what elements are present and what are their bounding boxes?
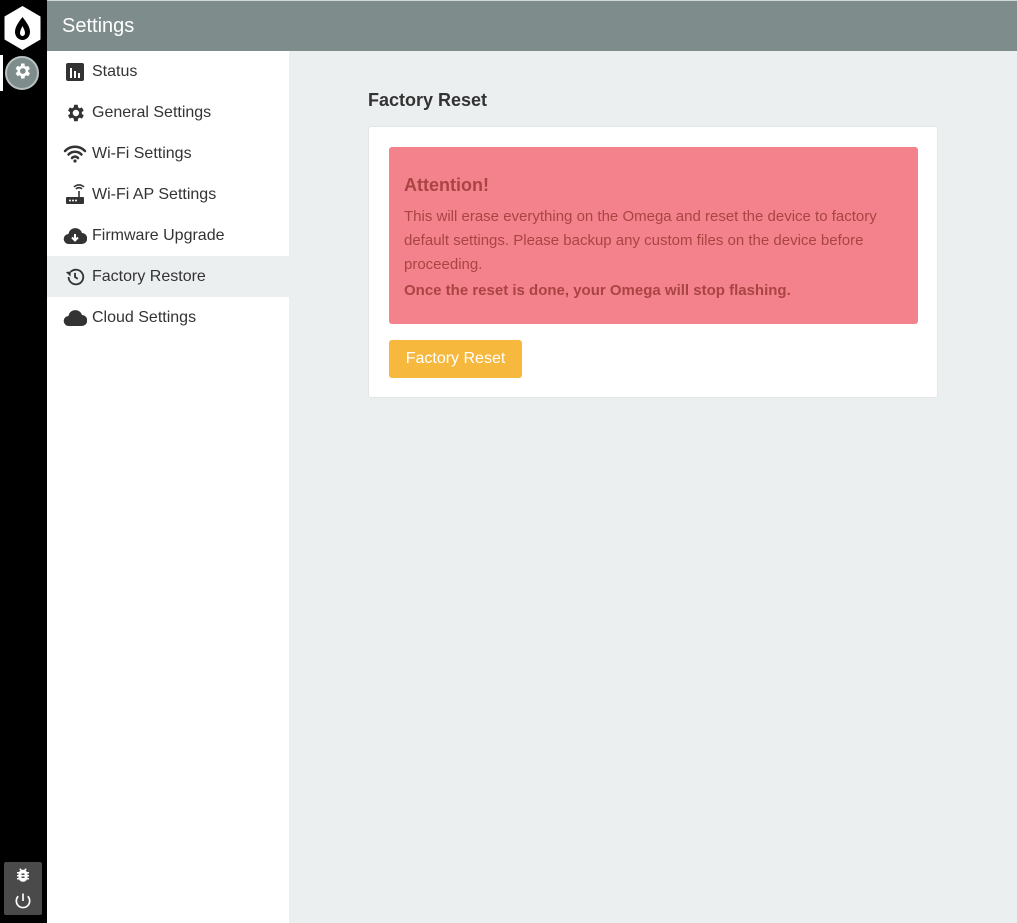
router-icon xyxy=(63,183,87,207)
alert-note: Once the reset is done, your Omega will … xyxy=(404,282,791,299)
sidebar-item-label: Wi-Fi AP Settings xyxy=(92,185,217,203)
bug-icon[interactable] xyxy=(4,862,42,888)
sidebar-item-factory-restore[interactable]: Factory Restore xyxy=(47,256,289,297)
sidebar-item-label: Factory Restore xyxy=(92,267,206,285)
settings-app-button[interactable] xyxy=(5,56,39,90)
sidebar-item-label: General Settings xyxy=(92,103,212,121)
sidebar-item-general-settings[interactable]: General Settings xyxy=(47,92,289,133)
factory-reset-button[interactable]: Factory Reset xyxy=(389,340,522,378)
page-title: Factory Reset xyxy=(368,90,488,110)
warning-alert: Attention! This will erase everything on… xyxy=(389,147,918,324)
app-header: Settings xyxy=(47,0,1017,51)
alert-body: This will erase everything on the Omega … xyxy=(404,208,877,273)
sidebar-item-cloud-settings[interactable]: Cloud Settings xyxy=(47,297,289,338)
rail-bottom-tools xyxy=(4,862,42,915)
cloud-download-icon xyxy=(63,224,87,248)
wifi-icon xyxy=(63,142,87,166)
settings-sidebar: Status General Settings Wi-Fi Settings W… xyxy=(47,51,289,923)
factory-reset-card: Attention! This will erase everything on… xyxy=(368,126,938,398)
history-icon xyxy=(63,265,87,289)
power-icon[interactable] xyxy=(4,888,42,914)
sidebar-item-wifi-settings[interactable]: Wi-Fi Settings xyxy=(47,133,289,174)
gear-icon xyxy=(63,101,87,125)
sidebar-item-label: Wi-Fi Settings xyxy=(92,144,192,162)
sidebar-item-status[interactable]: Status xyxy=(47,51,289,92)
cloud-icon xyxy=(63,306,87,330)
sidebar-item-label: Firmware Upgrade xyxy=(92,226,225,244)
omega-logo-icon[interactable] xyxy=(3,5,42,51)
sidebar-item-label: Cloud Settings xyxy=(92,308,197,326)
header-title: Settings xyxy=(62,15,135,37)
sidebar-item-label: Status xyxy=(92,62,138,80)
sidebar-item-wifi-ap-settings[interactable]: Wi-Fi AP Settings xyxy=(47,174,289,215)
gear-icon xyxy=(12,61,32,86)
sidebar-item-firmware-upgrade[interactable]: Firmware Upgrade xyxy=(47,215,289,256)
alert-heading: Attention! xyxy=(404,175,489,195)
bar-chart-icon xyxy=(63,60,87,84)
app-rail xyxy=(0,0,47,923)
rail-active-indicator xyxy=(0,55,3,91)
